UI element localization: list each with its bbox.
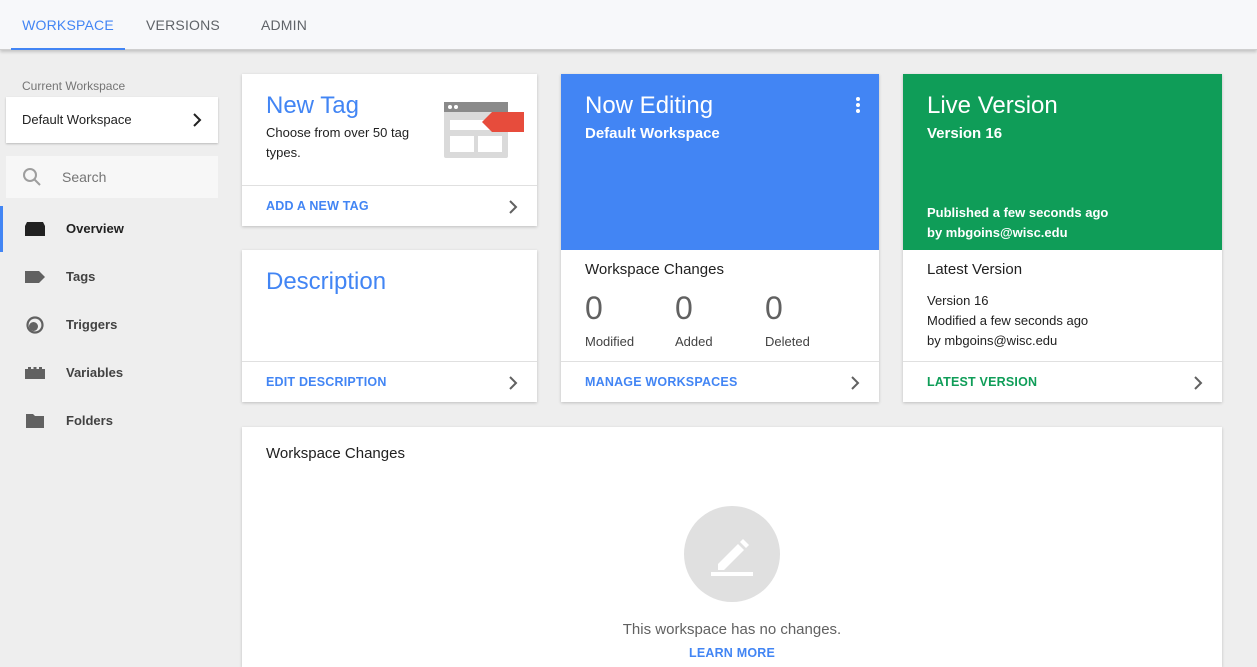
description-title: Description: [266, 268, 387, 295]
chevron-right-icon: [509, 200, 518, 214]
folder-icon: [26, 414, 44, 428]
latest-version-title: Latest Version: [927, 261, 1023, 278]
live-version-card: Live Version Version 16 Published a few …: [903, 74, 1222, 402]
variable-icon: [25, 367, 45, 379]
sidebar-item-label: Variables: [66, 365, 124, 380]
latest-version-number: Version 16: [927, 293, 989, 308]
modified-count: 0: [585, 290, 603, 326]
search-icon: [23, 168, 41, 186]
learn-more-label[interactable]: LEARN MORE: [689, 646, 775, 660]
latest-by: by mbgoins@wisc.edu: [927, 333, 1058, 348]
manage-workspaces-button[interactable]: MANAGE WORKSPACES: [561, 361, 879, 402]
live-version-header: Live Version Version 16 Published a few …: [903, 74, 1222, 250]
sidebar-item-label: Triggers: [66, 317, 118, 332]
new-tag-card: New Tag Choose from over 50 tag types. A…: [242, 74, 537, 226]
trigger-icon: [26, 316, 44, 334]
tab-workspace[interactable]: WORKSPACE: [11, 0, 125, 50]
chevron-right-icon: [851, 376, 860, 390]
top-navigation: WORKSPACE VERSIONS ADMIN: [0, 0, 1257, 50]
edit-description-label: EDIT DESCRIPTION: [266, 375, 387, 389]
tab-versions[interactable]: VERSIONS: [140, 0, 226, 50]
sidebar-item-label: Folders: [66, 413, 113, 428]
chevron-right-icon: [193, 113, 202, 127]
search-placeholder: Search: [62, 169, 107, 185]
workspace-name: Default Workspace: [22, 112, 132, 127]
now-editing-header: Now Editing Default Workspace: [561, 74, 879, 250]
sidebar-item-variables[interactable]: Variables: [0, 350, 226, 396]
sidebar-item-triggers[interactable]: Triggers: [0, 302, 226, 348]
tag-illustration-icon: [444, 102, 524, 158]
now-editing-title: Now Editing: [585, 92, 714, 119]
workspace-changes-panel: Workspace Changes This workspace has no …: [242, 427, 1222, 667]
workspace-changes-title: Workspace Changes: [266, 445, 405, 462]
manage-workspaces-label: MANAGE WORKSPACES: [585, 375, 738, 389]
edit-description-button[interactable]: EDIT DESCRIPTION: [242, 361, 537, 402]
description-card: Description EDIT DESCRIPTION: [242, 250, 537, 402]
workspace-selector[interactable]: Default Workspace: [6, 97, 218, 143]
new-tag-title[interactable]: New Tag: [266, 92, 359, 120]
empty-message: This workspace has no changes.: [622, 621, 842, 638]
tab-admin[interactable]: ADMIN: [250, 0, 318, 50]
latest-version-button[interactable]: LATEST VERSION: [903, 361, 1222, 402]
sidebar-item-tags[interactable]: Tags: [0, 254, 226, 300]
add-new-tag-label: ADD A NEW TAG: [266, 199, 369, 213]
published-time: Published a few seconds ago: [927, 205, 1109, 220]
sidebar: Current Workspace Default Workspace Sear…: [0, 51, 226, 667]
learn-more-link[interactable]: LEARN MORE: [242, 646, 1222, 660]
more-options-icon[interactable]: [855, 96, 861, 114]
added-count: 0: [675, 290, 693, 326]
search-input[interactable]: Search: [6, 156, 218, 198]
modified-label: Modified: [585, 334, 635, 349]
latest-modified: Modified a few seconds ago: [927, 313, 1089, 328]
chevron-right-icon: [1194, 376, 1203, 390]
live-version-number: Version 16: [927, 125, 1003, 142]
workspace-changes-subtitle: Workspace Changes: [585, 261, 724, 278]
chevron-right-icon: [509, 376, 518, 390]
live-version-title: Live Version: [927, 92, 1058, 119]
tag-icon: [25, 271, 45, 283]
sidebar-item-overview[interactable]: Overview: [0, 206, 226, 252]
sidebar-item-label: Overview: [66, 221, 124, 236]
current-workspace-label: Current Workspace: [22, 79, 126, 93]
sidebar-item-label: Tags: [66, 269, 96, 284]
add-new-tag-button[interactable]: ADD A NEW TAG: [242, 185, 537, 226]
new-tag-description: Choose from over 50 tag types.: [266, 125, 410, 160]
sidebar-item-folders[interactable]: Folders: [0, 398, 226, 444]
deleted-count: 0: [765, 290, 783, 326]
now-editing-workspace: Default Workspace: [585, 125, 720, 142]
published-by: by mbgoins@wisc.edu: [927, 225, 1068, 240]
overview-icon: [25, 222, 45, 236]
added-label: Added: [675, 334, 713, 349]
now-editing-card: Now Editing Default Workspace Workspace …: [561, 74, 879, 402]
latest-version-label: LATEST VERSION: [927, 375, 1038, 389]
edit-pencil-icon: [684, 506, 780, 602]
deleted-label: Deleted: [765, 334, 810, 349]
